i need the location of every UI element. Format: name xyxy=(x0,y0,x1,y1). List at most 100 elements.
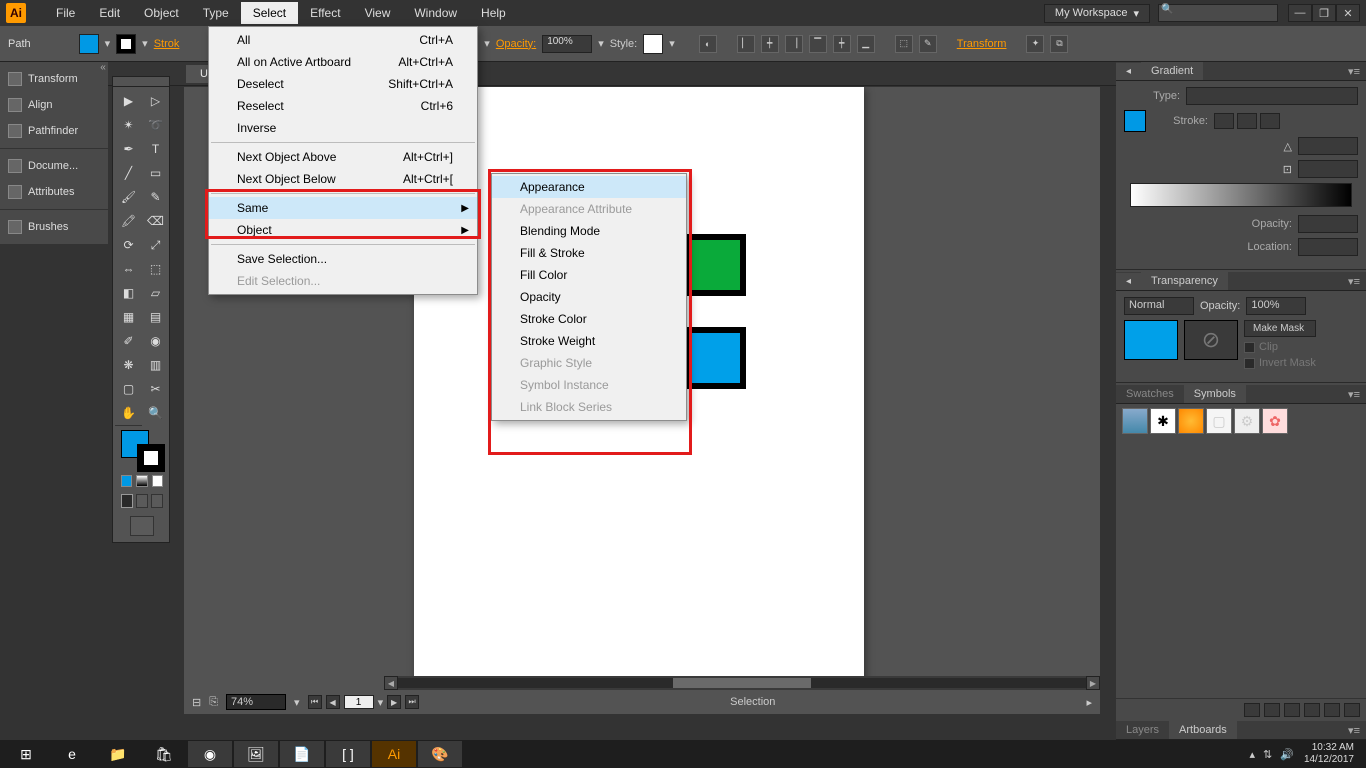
menu-type[interactable]: Type xyxy=(191,2,241,24)
artboard-tool[interactable]: ▢ xyxy=(115,377,142,401)
scroll-right-icon[interactable]: ▶ xyxy=(1086,676,1100,690)
menu-item-object[interactable]: Object▶ xyxy=(209,219,477,241)
gradient-tool[interactable]: ▤ xyxy=(142,305,169,329)
taskbar-brackets-icon[interactable]: [ ] xyxy=(326,741,370,767)
symbol-options-icon[interactable] xyxy=(1304,703,1320,717)
panel-menu-icon[interactable]: ▾≡ xyxy=(1342,724,1366,737)
panel-transform[interactable]: Transform xyxy=(0,66,108,92)
gradient-aspect-input[interactable] xyxy=(1298,160,1358,178)
menu-item-all[interactable]: AllCtrl+A xyxy=(209,29,477,51)
blend-mode-select[interactable]: Normal xyxy=(1124,297,1194,315)
symbol-swatch[interactable]: ▢ xyxy=(1206,408,1232,434)
pen-tool[interactable]: ✒ xyxy=(115,137,142,161)
tab-swatches[interactable]: Swatches xyxy=(1116,385,1184,403)
stroke-swatch[interactable] xyxy=(116,34,136,54)
menu-item-all-artboard[interactable]: All on Active ArtboardAlt+Ctrl+A xyxy=(209,51,477,73)
menu-select[interactable]: Select xyxy=(241,2,298,24)
panel-align[interactable]: Align xyxy=(0,92,108,118)
symbol-swatch[interactable] xyxy=(1122,408,1148,434)
slice-tool[interactable]: ✂ xyxy=(142,377,169,401)
magic-wand-tool[interactable]: ✴ xyxy=(115,113,142,137)
tab-transparency[interactable]: Transparency xyxy=(1141,272,1228,290)
panel-attributes[interactable]: Attributes xyxy=(0,179,108,205)
menu-help[interactable]: Help xyxy=(469,2,518,24)
fill-swatch[interactable] xyxy=(79,34,99,54)
selection-tool[interactable]: ▶ xyxy=(115,89,142,113)
panel-menu-icon[interactable]: ▾≡ xyxy=(1342,388,1366,401)
transform-link[interactable]: Transform xyxy=(957,38,1007,50)
tab-symbols[interactable]: Symbols xyxy=(1184,385,1246,403)
panel-menu-icon[interactable]: ▾≡ xyxy=(1342,275,1366,288)
panel-documentinfo[interactable]: Docume... xyxy=(0,153,108,179)
page-number-input[interactable] xyxy=(344,695,374,709)
clip-checkbox[interactable] xyxy=(1244,342,1255,353)
blob-brush-tool[interactable]: 🖍 xyxy=(115,209,142,233)
draw-behind-icon[interactable] xyxy=(136,494,148,508)
screen-mode-icon[interactable] xyxy=(130,516,154,536)
symbol-swatch[interactable] xyxy=(1178,408,1204,434)
search-input[interactable] xyxy=(1158,4,1278,22)
hand-tool[interactable]: ✋ xyxy=(115,401,142,425)
chevron-left-icon[interactable]: ◂ xyxy=(1116,273,1141,290)
menu-edit[interactable]: Edit xyxy=(87,2,132,24)
scroll-thumb[interactable] xyxy=(673,678,811,688)
opacity-link[interactable]: Opacity: xyxy=(496,38,536,50)
pencil-tool[interactable]: ✎ xyxy=(142,185,169,209)
rotate-tool[interactable]: ⟳ xyxy=(115,233,142,257)
gradient-mode-icon[interactable] xyxy=(136,475,147,487)
menu-item-reselect[interactable]: ReselectCtrl+6 xyxy=(209,95,477,117)
tab-artboards[interactable]: Artboards xyxy=(1169,721,1237,739)
start-button[interactable]: ⊞ xyxy=(4,741,48,767)
new-symbol-icon[interactable] xyxy=(1324,703,1340,717)
gradient-fill-icon[interactable] xyxy=(1124,110,1146,132)
symbol-swatch[interactable]: ⚙ xyxy=(1234,408,1260,434)
mask-thumbnail[interactable]: ⊘ xyxy=(1184,320,1238,360)
break-link-icon[interactable] xyxy=(1284,703,1300,717)
direct-selection-tool[interactable]: ▷ xyxy=(142,89,169,113)
chevron-down-icon[interactable]: ▾ xyxy=(484,37,490,50)
eyedropper-tool[interactable]: ✐ xyxy=(115,329,142,353)
menu-item-next-above[interactable]: Next Object AboveAlt+Ctrl+] xyxy=(209,146,477,168)
workspace-switcher[interactable]: My Workspace▾ xyxy=(1044,4,1150,23)
last-page-icon[interactable]: ⏭ xyxy=(405,695,419,709)
taskbar-ie-icon[interactable]: e xyxy=(50,741,94,767)
first-page-icon[interactable]: ⏮ xyxy=(308,695,322,709)
misc1-icon[interactable]: ✦ xyxy=(1026,35,1044,53)
misc2-icon[interactable]: ⧉ xyxy=(1050,35,1068,53)
tab-layers[interactable]: Layers xyxy=(1116,721,1169,739)
next-page-icon[interactable]: ▶ xyxy=(387,695,401,709)
blend-tool[interactable]: ◉ xyxy=(142,329,169,353)
delete-symbol-icon[interactable] xyxy=(1344,703,1360,717)
chevron-down-icon[interactable]: ▾ xyxy=(142,37,148,50)
artboard-nav-icon[interactable]: ⎘ xyxy=(209,696,218,709)
lasso-tool[interactable]: ➰ xyxy=(142,113,169,137)
system-tray[interactable]: ▴⇅🔊 xyxy=(1249,748,1293,761)
align-vcenter-icon[interactable]: ┿ xyxy=(833,35,851,53)
symbol-swatch[interactable]: ✱ xyxy=(1150,408,1176,434)
taskbar-store-icon[interactable]: 🛍 xyxy=(142,741,186,767)
edit-icon[interactable]: ✎ xyxy=(919,35,937,53)
stroke-color-icon[interactable] xyxy=(137,444,165,472)
menu-object[interactable]: Object xyxy=(132,2,191,24)
menu-item-save-selection[interactable]: Save Selection... xyxy=(209,248,477,270)
submenu-item-stroke-weight[interactable]: Stroke Weight xyxy=(492,330,686,352)
style-swatch[interactable] xyxy=(643,34,663,54)
menu-item-next-below[interactable]: Next Object BelowAlt+Ctrl+[ xyxy=(209,168,477,190)
panel-pathfinder[interactable]: Pathfinder xyxy=(0,118,108,144)
place-symbol-icon[interactable] xyxy=(1264,703,1280,717)
toggle-icon[interactable]: ⊟ xyxy=(192,696,201,709)
zoom-tool[interactable]: 🔍 xyxy=(142,401,169,425)
chevron-down-icon[interactable]: ▾ xyxy=(105,37,111,50)
align-bottom-icon[interactable]: ▁ xyxy=(857,35,875,53)
menu-item-same[interactable]: Same▶ xyxy=(209,197,477,219)
symbol-library-icon[interactable] xyxy=(1244,703,1260,717)
gradient-stop-location-input[interactable] xyxy=(1298,238,1358,256)
taskbar-illustrator-icon[interactable]: Ai xyxy=(372,741,416,767)
submenu-item-stroke-color[interactable]: Stroke Color xyxy=(492,308,686,330)
tools-handle[interactable] xyxy=(112,76,170,86)
taskbar-paint-icon[interactable]: 🎨 xyxy=(418,741,462,767)
menu-view[interactable]: View xyxy=(353,2,403,24)
taskbar-clock[interactable]: 10:32 AM 14/12/2017 xyxy=(1296,742,1362,766)
opacity-input[interactable]: 100% xyxy=(542,35,592,53)
gradient-stop-opacity-input[interactable] xyxy=(1298,215,1358,233)
